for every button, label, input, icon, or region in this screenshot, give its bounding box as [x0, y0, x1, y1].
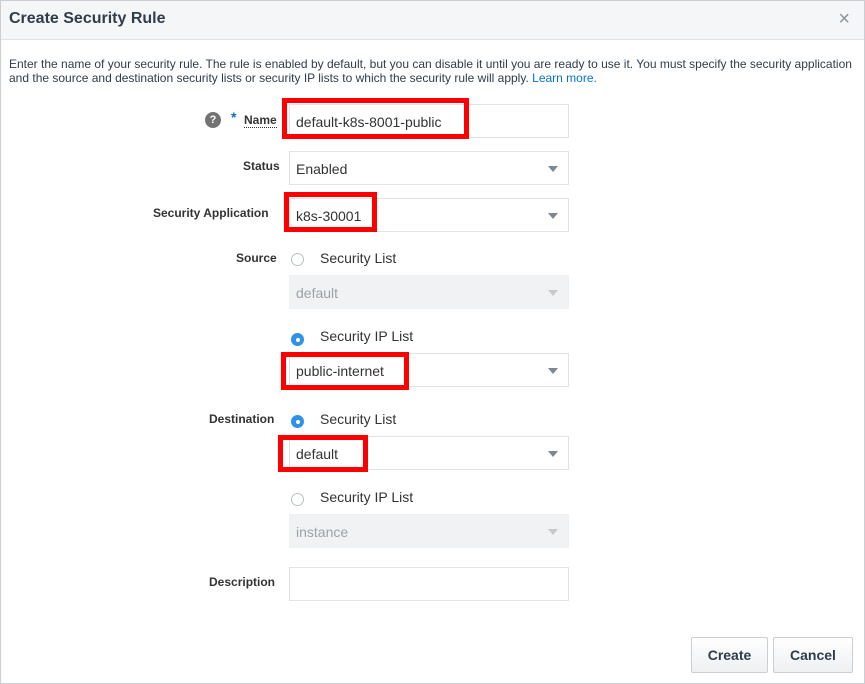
- destination-label: Destination: [209, 412, 275, 426]
- cancel-button[interactable]: Cancel: [773, 637, 853, 673]
- chevron-down-icon: [548, 451, 558, 457]
- dialog-title: Create Security Rule: [9, 10, 166, 27]
- description-label: Description: [209, 575, 276, 589]
- close-icon[interactable]: ×: [838, 8, 850, 30]
- status-select-value: Enabled: [296, 161, 348, 177]
- security-application-select[interactable]: k8s-30001: [289, 198, 569, 232]
- destination-security-list-radio[interactable]: [291, 415, 304, 428]
- chevron-down-icon: [548, 166, 558, 172]
- destination-security-list-option: Security List: [320, 411, 397, 427]
- chevron-down-icon: [548, 368, 558, 374]
- source-security-list-radio[interactable]: [291, 253, 304, 266]
- name-label: Name: [244, 113, 277, 128]
- create-security-rule-dialog: Create Security Rule × Enter the name of…: [0, 0, 865, 684]
- destination-security-ip-list-select: instance: [289, 514, 569, 548]
- status-select[interactable]: Enabled: [289, 151, 569, 185]
- chevron-down-icon: [548, 213, 558, 219]
- intro-description: Enter the name of your security rule. Th…: [9, 57, 852, 85]
- source-security-list-value: default: [296, 285, 339, 301]
- description-input[interactable]: [289, 567, 569, 601]
- source-security-ip-list-select[interactable]: public-internet: [289, 353, 569, 387]
- create-button[interactable]: Create: [691, 637, 768, 673]
- source-security-list-select: default: [289, 275, 569, 309]
- destination-security-list-value: default: [296, 446, 339, 462]
- destination-security-ip-list-option: Security IP List: [320, 489, 414, 505]
- learn-more-link[interactable]: Learn more.: [532, 71, 597, 85]
- source-security-ip-list-value: public-internet: [296, 363, 384, 379]
- status-label: Status: [243, 159, 280, 173]
- source-security-ip-list-option: Security IP List: [320, 328, 414, 344]
- intro-text: Enter the name of your security rule. Th…: [9, 57, 854, 85]
- name-input-value: default-k8s-8001-public: [296, 114, 442, 130]
- security-application-value: k8s-30001: [296, 208, 362, 224]
- dialog-titlebar: Create Security Rule ×: [1, 1, 864, 40]
- help-icon[interactable]: ?: [205, 112, 221, 128]
- source-security-list-option: Security List: [320, 250, 397, 266]
- source-label: Source: [236, 251, 277, 265]
- destination-security-list-select[interactable]: default: [289, 436, 569, 470]
- destination-security-ip-list-value: instance: [296, 524, 349, 540]
- destination-security-ip-list-radio[interactable]: [291, 493, 304, 506]
- chevron-down-icon: [548, 290, 558, 296]
- name-input[interactable]: default-k8s-8001-public: [289, 104, 569, 138]
- chevron-down-icon: [548, 529, 558, 535]
- security-application-label: Security Application: [153, 206, 269, 220]
- required-marker: *: [231, 109, 237, 125]
- source-security-ip-list-radio[interactable]: [291, 333, 304, 346]
